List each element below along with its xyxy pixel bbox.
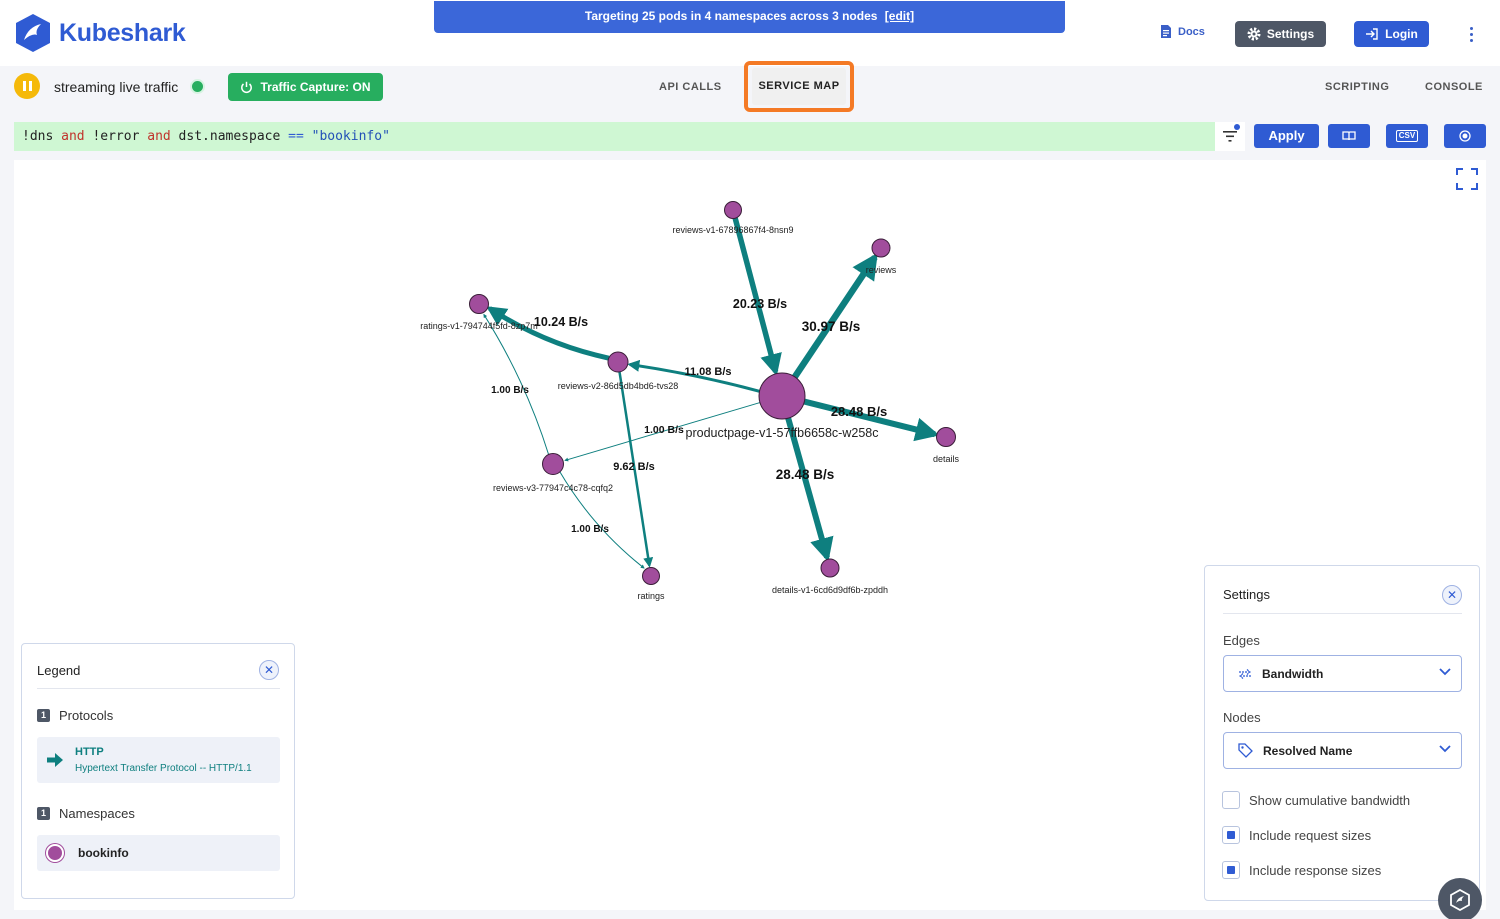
- legend-panel: Legend ✕ 1 Protocols HTTP Hypertext Tran…: [21, 643, 295, 899]
- protocol-name: HTTP: [75, 746, 104, 758]
- checkbox-icon[interactable]: [1222, 791, 1240, 809]
- node-label: reviews: [866, 265, 897, 275]
- include-response-sizes-checkbox[interactable]: Include response sizes: [1222, 861, 1381, 879]
- chevron-down-icon: [1439, 745, 1451, 753]
- protocol-item-http: HTTP Hypertext Transfer Protocol -- HTTP…: [37, 737, 280, 783]
- graph-node[interactable]: [642, 567, 660, 585]
- graph-node[interactable]: [542, 453, 564, 475]
- cumulative-bandwidth-checkbox[interactable]: Show cumulative bandwidth: [1222, 791, 1410, 809]
- checkbox-icon[interactable]: [1222, 826, 1240, 844]
- edges-label: Edges: [1223, 633, 1260, 648]
- edge-label: 1.00 B/s: [644, 424, 684, 436]
- checkbox-icon[interactable]: [1222, 861, 1240, 879]
- node-label: productpage-v1-57ffb6658c-w258c: [686, 426, 879, 440]
- checkbox-label: Show cumulative bandwidth: [1249, 792, 1411, 808]
- nodes-label: Nodes: [1223, 710, 1261, 725]
- tag-icon: [1238, 743, 1253, 758]
- namespace-name: bookinfo: [78, 846, 129, 860]
- legend-title: Legend: [37, 663, 81, 678]
- protocol-description: Hypertext Transfer Protocol -- HTTP/1.1: [75, 763, 252, 774]
- legend-close-icon[interactable]: ✕: [259, 660, 279, 680]
- protocols-label: Protocols: [59, 708, 114, 723]
- node-label: details: [933, 454, 960, 464]
- namespaces-label: Namespaces: [59, 806, 135, 821]
- protocols-heading: 1 Protocols: [37, 708, 113, 723]
- nodes-select[interactable]: Resolved Name: [1223, 732, 1462, 769]
- nodes-select-value: Resolved Name: [1263, 743, 1353, 758]
- node-label: ratings-v1-794744f5fd-8zp7m: [420, 321, 538, 331]
- node-label: reviews-v2-86d5db4bd6-tvs28: [558, 381, 679, 391]
- node-label: details-v1-6cd6d9df6b-zpddh: [772, 585, 888, 595]
- node-label: reviews-v3-77947c4c78-cqfq2: [493, 483, 613, 493]
- include-request-sizes-checkbox[interactable]: Include request sizes: [1222, 826, 1371, 844]
- edge-label: 10.24 B/s: [534, 315, 588, 329]
- graph-edge[interactable]: [732, 217, 782, 377]
- settings-panel-title: Settings: [1223, 587, 1270, 602]
- graph-node[interactable]: [724, 201, 742, 219]
- checkbox-label: Include request sizes: [1249, 827, 1372, 843]
- checkbox-label: Include response sizes: [1249, 862, 1382, 878]
- namespace-item-bookinfo: bookinfo: [37, 835, 280, 871]
- graph-node[interactable]: [871, 238, 891, 258]
- help-chat-icon[interactable]: [1438, 878, 1482, 919]
- graph-edge[interactable]: [792, 252, 878, 379]
- namespaces-count-badge: 1: [37, 807, 50, 820]
- node-label: ratings: [637, 591, 665, 601]
- edges-select-value: Bandwidth: [1262, 666, 1324, 681]
- namespace-color-dot: [46, 844, 64, 862]
- edge-label: 1.00 B/s: [491, 385, 529, 396]
- graph-node[interactable]: [469, 294, 489, 314]
- chevron-down-icon: [1439, 668, 1451, 676]
- edge-label: 30.97 B/s: [802, 319, 861, 334]
- legend-divider: [37, 688, 280, 689]
- edge-label: 9.62 B/s: [613, 461, 655, 473]
- edge-label: 20.23 B/s: [733, 297, 787, 311]
- node-label: reviews-v1-67896867f4-8nsn9: [672, 225, 793, 235]
- arrow-right-icon: [47, 753, 63, 767]
- settings-divider: [1223, 613, 1462, 614]
- namespaces-heading: 1 Namespaces: [37, 806, 135, 821]
- edge-label: 11.08 B/s: [684, 366, 731, 378]
- swap-arrows-icon: [1239, 668, 1251, 679]
- edge-label: 28.48 B/s: [831, 404, 887, 419]
- graph-settings-panel: Settings ✕ Edges Bandwidth Nodes Resolve…: [1204, 565, 1480, 901]
- graph-node[interactable]: [758, 372, 806, 420]
- graph-node[interactable]: [820, 558, 840, 578]
- edges-select[interactable]: Bandwidth: [1223, 655, 1462, 692]
- protocols-count-badge: 1: [37, 709, 50, 722]
- graph-node[interactable]: [607, 351, 629, 373]
- graph-node[interactable]: [936, 427, 956, 447]
- edge-label: 28.48 B/s: [776, 467, 835, 482]
- settings-close-icon[interactable]: ✕: [1442, 585, 1462, 605]
- edge-label: 1.00 B/s: [571, 524, 609, 535]
